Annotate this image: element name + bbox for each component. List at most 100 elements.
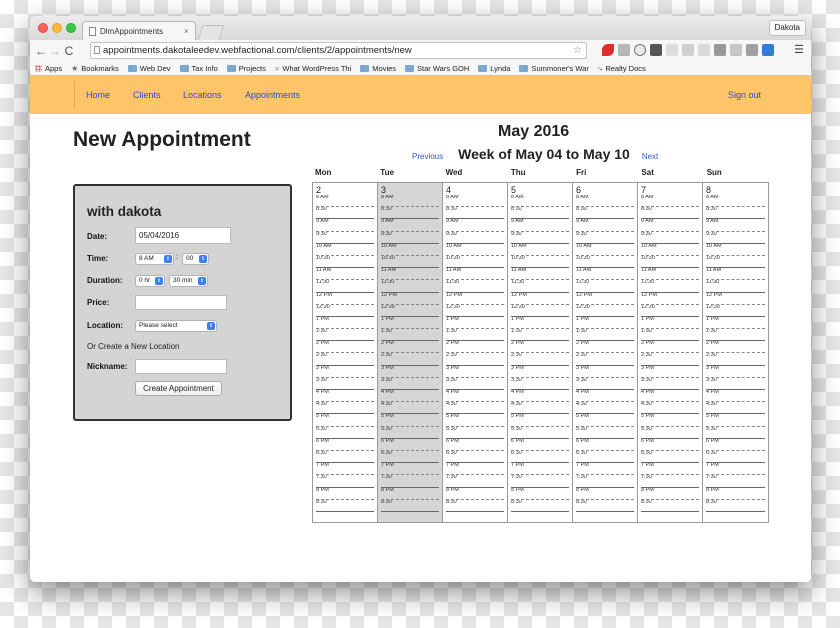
bookmark-item[interactable]: ⌕ What WordPress Thi [275,64,351,74]
time-slot[interactable]: 5:30 [381,427,439,439]
time-slot[interactable]: 8 AM [446,195,504,208]
minimize-window-button[interactable] [52,23,62,33]
time-slot[interactable]: 11:30 [381,280,439,293]
location-select[interactable]: Please select ⇕ [135,320,217,332]
time-slot[interactable]: 1:30 [511,329,569,342]
time-slot[interactable]: 9:30 [576,232,634,244]
nav-clients-link[interactable]: Clients [133,90,161,100]
time-slot[interactable]: 11:30 [446,280,504,293]
time-slot[interactable]: 6:30 [576,451,634,464]
time-slot[interactable]: 5:30 [316,427,374,439]
time-slot[interactable]: 12:30 [511,305,569,317]
time-slot[interactable]: 11 AM [511,268,569,281]
time-slot[interactable]: 12 PM [641,293,699,305]
time-slot[interactable]: 10:30 [316,256,374,269]
time-slot[interactable]: 1:30 [576,329,634,342]
time-slot[interactable]: 6 PM [511,439,569,451]
menu-icon[interactable]: ☰ [794,43,804,56]
time-slot[interactable]: 12:30 [641,305,699,317]
nav-home-link[interactable]: Home [86,90,110,100]
new-tab-button[interactable] [197,25,225,40]
time-slot[interactable]: 7:30 [446,475,504,488]
reload-button[interactable]: C [62,45,76,57]
time-slot[interactable]: 10 AM [446,244,504,256]
time-slot[interactable]: 1 PM [641,317,699,330]
time-slot[interactable]: 8:30 [446,500,504,512]
time-slot[interactable]: 8 AM [511,195,569,208]
time-slot[interactable]: 9 AM [381,219,439,232]
extension-grey-icon[interactable] [666,44,678,56]
time-slot[interactable]: 8:30 [706,207,765,220]
time-slot[interactable]: 9:30 [511,232,569,244]
time-slot[interactable]: 8 PM [381,488,439,500]
time-slot[interactable]: 10:30 [576,256,634,269]
time-slot[interactable]: 11 AM [576,268,634,281]
time-slot[interactable]: 5:30 [641,427,699,439]
browser-tab[interactable]: DlmAppointments × [82,21,196,40]
time-slot[interactable]: 10:30 [381,256,439,269]
time-slot[interactable]: 8 AM [641,195,699,208]
time-slot[interactable]: 3:30 [706,378,765,390]
time-slot[interactable]: 9 AM [641,219,699,232]
nav-appointments-link[interactable]: Appointments [245,90,300,100]
duration-minute-select[interactable]: 30 min ⇕ [169,275,208,287]
time-slot[interactable]: 12:30 [446,305,504,317]
time-slot[interactable]: 3:30 [446,378,504,390]
time-slot[interactable]: 8:30 [381,500,439,512]
time-slot[interactable]: 3 PM [381,366,439,378]
time-slot[interactable]: 1 PM [316,317,374,330]
time-slot[interactable]: 10 AM [706,244,765,256]
time-slot[interactable]: 4 PM [641,390,699,403]
time-slot[interactable]: 10 AM [316,244,374,256]
day-column-tue[interactable]: 38 AM 8:30 9 AM 9:30 10 AM 10:30 11 AM 11:30 12 … [378,183,443,522]
time-slot[interactable]: 5:30 [576,427,634,439]
time-slot[interactable]: 6 PM [641,439,699,451]
time-slot[interactable]: 11 AM [381,268,439,281]
time-slot[interactable]: 3 PM [706,366,765,378]
time-slot[interactable]: 1:30 [316,329,374,342]
time-slot[interactable]: 1:30 [446,329,504,342]
time-slot[interactable]: 7 PM [316,463,374,476]
time-slot[interactable]: 8:30 [316,207,374,220]
time-slot[interactable]: 4:30 [381,402,439,415]
time-slot[interactable]: 11 AM [641,268,699,281]
time-slot[interactable]: 12 PM [576,293,634,305]
bookmark-item[interactable]: Web Dev [127,64,171,73]
nav-signout-link[interactable]: Sign out [728,90,761,100]
extension-s-icon[interactable] [714,44,726,56]
time-slot[interactable]: 8:30 [641,500,699,512]
time-slot[interactable]: 8:30 [446,207,504,220]
time-slot[interactable]: 7:30 [706,475,765,488]
bookmark-star-icon[interactable]: ☆ [573,43,582,58]
time-slot[interactable]: 4:30 [641,402,699,415]
time-slot[interactable]: 9 AM [511,219,569,232]
time-slot[interactable]: 8 AM [706,195,765,208]
time-slot[interactable]: 10 AM [511,244,569,256]
extension-leaf-icon[interactable] [730,44,742,56]
time-slot[interactable]: 1:30 [381,329,439,342]
time-slot[interactable]: 1:30 [706,329,765,342]
day-column-thu[interactable]: 58 AM 8:30 9 AM 9:30 10 AM 10:30 11 AM 11:30 12 … [508,183,573,522]
time-slot[interactable]: 6 PM [381,439,439,451]
time-slot[interactable]: 11:30 [706,280,765,293]
bookmark-item[interactable]: Movies [360,64,396,73]
address-bar[interactable]: appointments.dakotaleedev.webfactional.c… [90,42,587,59]
time-slot[interactable]: 9:30 [381,232,439,244]
extension-blue-icon[interactable] [762,44,774,56]
day-column-mon[interactable]: 28 AM 8:30 9 AM 9:30 10 AM 10:30 11 AM 11:30 12 … [313,183,378,522]
time-minute-select[interactable]: 00 ⇕ [182,253,209,265]
time-slot[interactable]: 2:30 [576,353,634,366]
day-column-wed[interactable]: 48 AM 8:30 9 AM 9:30 10 AM 10:30 11 AM 11:30 12 … [443,183,508,522]
time-slot[interactable]: 10:30 [446,256,504,269]
time-slot[interactable]: 4 PM [576,390,634,403]
time-slot[interactable]: 10 AM [381,244,439,256]
day-column-sun[interactable]: 88 AM 8:30 9 AM 9:30 10 AM 10:30 11 AM 11:30 12 … [703,183,768,522]
nav-locations-link[interactable]: Locations [183,90,222,100]
time-slot[interactable]: 1 PM [576,317,634,330]
time-slot[interactable]: 7:30 [641,475,699,488]
time-slot[interactable]: 10:30 [511,256,569,269]
time-slot[interactable]: 8 AM [316,195,374,208]
time-slot[interactable]: 11:30 [576,280,634,293]
time-slot[interactable]: 1 PM [446,317,504,330]
time-slot[interactable]: 2 PM [641,341,699,354]
